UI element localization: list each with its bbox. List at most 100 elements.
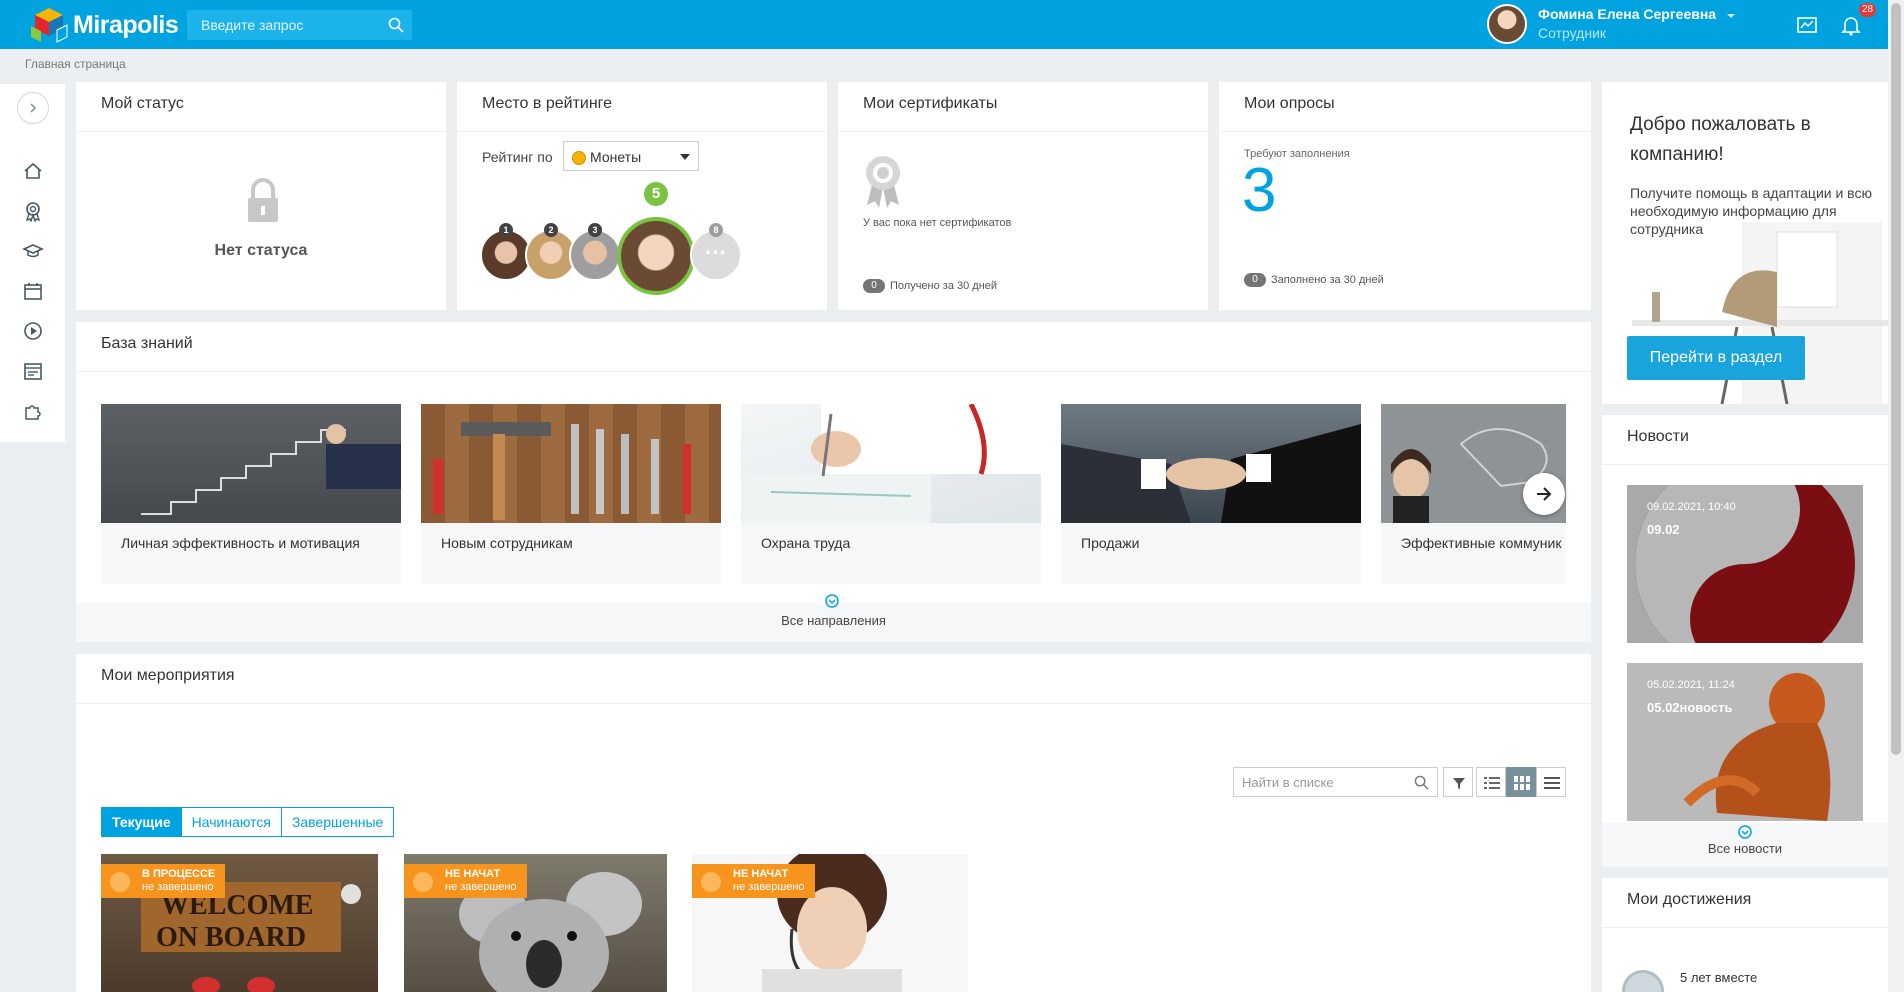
knowledge-tile-label: Эффективные коммуник bbox=[1401, 535, 1562, 551]
mirapolis-logo-icon[interactable] bbox=[29, 6, 69, 44]
news-item[interactable]: 09.02.2021, 10:40 09.02 bbox=[1627, 485, 1863, 643]
welcome-card: Добро пожаловать в компанию! Получите по… bbox=[1602, 82, 1888, 404]
news-title: Новости bbox=[1627, 428, 1689, 445]
rating-type-value: Монеты bbox=[590, 149, 642, 165]
user-avatar[interactable] bbox=[1487, 4, 1527, 44]
events-search bbox=[1233, 767, 1438, 797]
knowledge-tile[interactable]: Новым сотрудникам bbox=[421, 404, 721, 584]
event-status-badge: НЕ НАЧАТ не завершено bbox=[692, 864, 815, 898]
event-status-badge: В ПРОЦЕССЕ не завершено bbox=[101, 864, 226, 898]
education-icon[interactable] bbox=[22, 240, 44, 262]
global-search bbox=[187, 10, 412, 40]
rating-type-select[interactable]: Монеты bbox=[563, 141, 699, 171]
knowledge-base-title: База знаний bbox=[101, 335, 193, 352]
scrollbar[interactable] bbox=[1888, 0, 1904, 992]
rating-by-label: Рейтинг по bbox=[482, 149, 553, 165]
events-search-input[interactable] bbox=[1234, 768, 1409, 796]
knowledge-tile[interactable]: Личная эффективность и мотивация bbox=[101, 404, 401, 584]
tab-completed[interactable]: Завершенные bbox=[280, 807, 395, 837]
welcome-title: Добро пожаловать в компанию! bbox=[1630, 114, 1811, 165]
search-icon[interactable] bbox=[1414, 775, 1429, 790]
rating-place-badge: 8 bbox=[709, 223, 723, 237]
calendar-icon[interactable] bbox=[22, 280, 44, 302]
certificates-footer: 0 Получено за 30 дней bbox=[863, 279, 997, 293]
news-item-title: 09.02 bbox=[1647, 522, 1680, 537]
user-role: Сотрудник bbox=[1538, 25, 1607, 41]
event-card[interactable]: WELCOME ON BOARD В ПРОЦЕССЕ не завершено bbox=[101, 854, 378, 992]
all-directions-link[interactable]: Все направления bbox=[76, 613, 1591, 628]
welcome-text: Получите помощь в адаптации и всю необхо… bbox=[1630, 185, 1872, 237]
certificates-card-title: Мои сертификаты bbox=[863, 95, 998, 112]
knowledge-tile[interactable]: Охрана труда bbox=[741, 404, 1041, 584]
coin-icon bbox=[572, 151, 586, 165]
news-item[interactable]: 05.02.2021, 11:24 05.02новость bbox=[1627, 663, 1863, 821]
svg-text:ON BOARD: ON BOARD bbox=[156, 922, 306, 953]
notification-badge: 28 bbox=[1859, 3, 1877, 17]
achievement-name[interactable]: 5 лет вместе bbox=[1680, 970, 1757, 985]
surveys-pending-count[interactable]: 3 bbox=[1242, 160, 1276, 222]
search-icon[interactable] bbox=[388, 17, 404, 33]
count-badge: 0 bbox=[863, 279, 885, 293]
rating-place-badge: 1 bbox=[499, 223, 513, 237]
menu-lines-icon bbox=[1544, 777, 1560, 789]
list-view-icon bbox=[1484, 777, 1500, 789]
home-icon[interactable] bbox=[22, 160, 44, 182]
rating-card-title: Место в рейтинге bbox=[482, 95, 613, 112]
rating-current-user-avatar[interactable] bbox=[617, 217, 695, 295]
award-icon[interactable] bbox=[22, 200, 44, 222]
achievement-badge-icon bbox=[1622, 970, 1664, 992]
knowledge-tile-label: Продажи bbox=[1081, 535, 1140, 551]
grid-view-icon bbox=[1514, 776, 1530, 790]
status-card-title: Мой статус bbox=[101, 95, 184, 112]
rating-place-badge: 3 bbox=[588, 223, 602, 237]
surveys-card-title: Мои опросы bbox=[1244, 95, 1335, 112]
document-icon bbox=[701, 872, 721, 892]
scrollbar-thumb[interactable] bbox=[1891, 3, 1901, 755]
bell-icon[interactable] bbox=[1840, 14, 1862, 36]
document-icon bbox=[413, 872, 433, 892]
knowledge-tile-label: Личная эффективность и мотивация bbox=[121, 535, 360, 551]
filter-icon bbox=[1453, 778, 1465, 789]
chevron-right-icon bbox=[30, 103, 37, 113]
filter-button[interactable] bbox=[1443, 767, 1473, 797]
chevron-down-icon bbox=[680, 154, 690, 160]
all-news-link[interactable]: Все новости bbox=[1602, 841, 1888, 856]
user-name[interactable]: Фомина Елена Сергеевна bbox=[1538, 6, 1716, 22]
chevron-down-circle-icon[interactable] bbox=[825, 594, 839, 608]
surveys-footer: 0 Заполнено за 30 дней bbox=[1244, 273, 1384, 287]
breadcrumb[interactable]: Главная страница bbox=[25, 57, 126, 71]
go-to-section-button[interactable]: Перейти в раздел bbox=[1627, 336, 1805, 380]
list-view-button[interactable] bbox=[1476, 767, 1506, 797]
puzzle-icon[interactable] bbox=[22, 400, 44, 422]
rating-place-badge: 2 bbox=[544, 223, 558, 237]
no-certificates-text: У вас пока нет сертификатов bbox=[863, 217, 1012, 229]
event-card[interactable]: НЕ НАЧАТ не завершено bbox=[692, 854, 968, 992]
global-search-input[interactable] bbox=[187, 10, 377, 40]
events-title: Мои мероприятия bbox=[101, 667, 235, 684]
compact-view-button[interactable] bbox=[1536, 767, 1566, 797]
app-name: Mirapolis bbox=[73, 11, 179, 39]
status-card: Мой статус Нет статуса bbox=[76, 82, 446, 310]
certificates-card: Мои сертификаты У вас пока нет сертифика… bbox=[838, 82, 1208, 310]
event-card[interactable]: НЕ НАЧАТ не завершено bbox=[404, 854, 667, 992]
sidebar-toggle-button[interactable] bbox=[17, 92, 49, 124]
achievements-title: Мои достижения bbox=[1627, 891, 1752, 908]
achievements-card: Мои достижения 5 лет вместе bbox=[1602, 878, 1888, 992]
chevron-down-circle-icon[interactable] bbox=[1738, 825, 1752, 839]
news-date: 05.02.2021, 11:24 bbox=[1647, 679, 1735, 691]
grid-view-button[interactable] bbox=[1506, 767, 1536, 797]
carousel-next-button[interactable] bbox=[1523, 473, 1565, 515]
tab-current[interactable]: Текущие bbox=[101, 807, 182, 837]
tab-starting[interactable]: Начинаются bbox=[180, 807, 282, 837]
surveys-card: Мои опросы Требуют заполнения 3 0 Заполне… bbox=[1219, 82, 1591, 310]
arrow-right-icon bbox=[1537, 487, 1552, 501]
messages-icon[interactable] bbox=[1796, 14, 1818, 36]
schedule-icon[interactable] bbox=[22, 360, 44, 382]
knowledge-tile[interactable]: Продажи bbox=[1061, 404, 1361, 584]
news-item-title: 05.02новость bbox=[1647, 700, 1733, 715]
top-bar: Mirapolis Фомина Елена Сергеевна Сотрудн… bbox=[0, 0, 1888, 49]
lock-icon bbox=[248, 178, 278, 222]
knowledge-tile-label: Новым сотрудникам bbox=[441, 535, 573, 551]
chevron-down-icon[interactable] bbox=[1724, 11, 1738, 21]
play-icon[interactable] bbox=[22, 320, 44, 342]
